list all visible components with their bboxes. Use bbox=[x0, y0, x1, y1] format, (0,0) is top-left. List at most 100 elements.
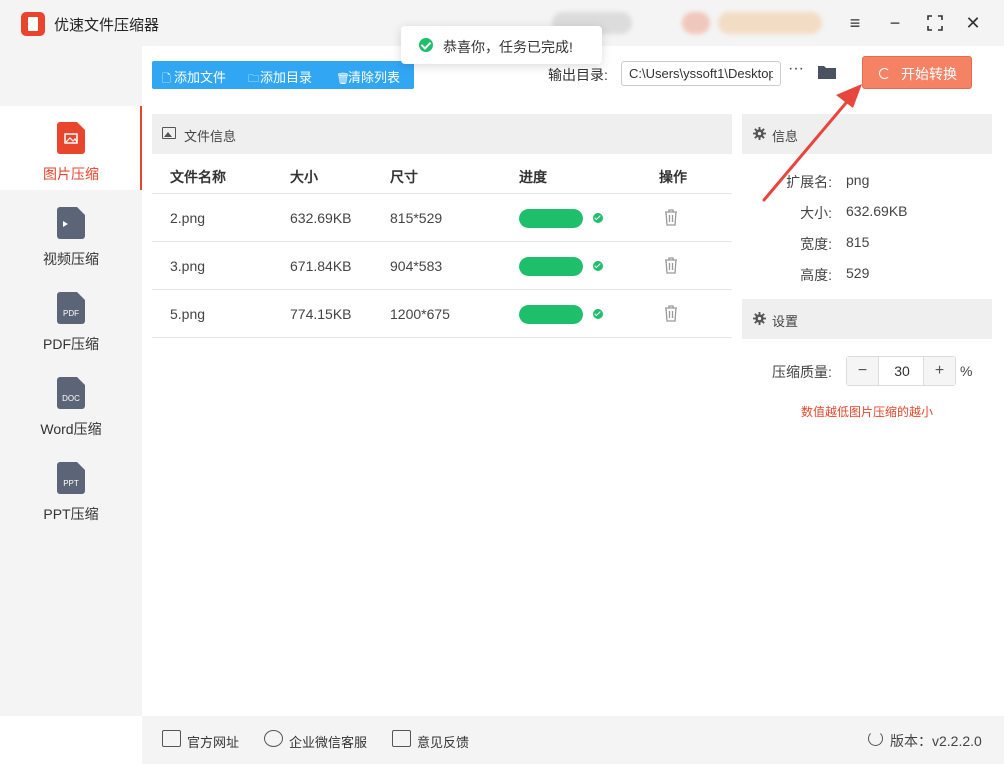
minimize-icon[interactable]: − bbox=[882, 10, 908, 36]
image-file-icon bbox=[57, 122, 85, 154]
table-row[interactable]: 3.png 671.84KB 904*583 bbox=[152, 242, 732, 290]
version-label: 版本：v2.2.2.0 bbox=[890, 733, 982, 749]
ppt-tag: PPT bbox=[63, 479, 79, 488]
output-path-input[interactable] bbox=[621, 61, 781, 86]
done-check-icon bbox=[593, 213, 603, 223]
close-icon[interactable]: ✕ bbox=[960, 10, 986, 36]
file-name: 2.png bbox=[170, 210, 206, 226]
quality-stepper: − + bbox=[846, 356, 956, 386]
redacted-account bbox=[718, 12, 822, 34]
output-directory-label: 输出目录: bbox=[548, 67, 608, 83]
redacted-avatar bbox=[682, 12, 710, 34]
sidebar-item-word[interactable]: DOC Word压缩 bbox=[0, 361, 142, 445]
doc-tag: DOC bbox=[62, 394, 80, 403]
info-key: 高度: bbox=[800, 267, 832, 283]
table-row[interactable]: 5.png 774.15KB 1200*675 bbox=[152, 290, 732, 338]
info-panel: 信息 扩展名: png 大小: 632.69KB 宽度: 815 高度: 529… bbox=[742, 114, 992, 704]
file-dimensions: 815*529 bbox=[390, 210, 443, 226]
loading-spinner-icon bbox=[879, 68, 890, 79]
pdf-file-icon: PDF bbox=[57, 292, 85, 324]
sidebar-item-label: PDF压缩 bbox=[43, 336, 99, 352]
pdf-tag: PDF bbox=[63, 309, 79, 318]
decrement-button[interactable]: − bbox=[847, 357, 879, 385]
file-size: 671.84KB bbox=[290, 258, 352, 274]
info-key: 大小: bbox=[800, 205, 832, 221]
start-convert-label: 开始转换 bbox=[901, 66, 957, 82]
add-directory-label: 添加目录 bbox=[260, 70, 313, 85]
quality-input[interactable] bbox=[880, 357, 924, 385]
clear-list-label: 清除列表 bbox=[348, 70, 401, 85]
file-toolbar: 🗋 添加文件 🗀添加目录 🗑清除列表 bbox=[152, 61, 414, 89]
file-name: 5.png bbox=[170, 306, 206, 322]
delete-icon[interactable] bbox=[663, 207, 679, 227]
sidebar-item-ppt[interactable]: PPT PPT压缩 bbox=[0, 446, 142, 530]
file-panel-title: 文件信息 bbox=[184, 129, 237, 144]
info-value: 815 bbox=[846, 234, 870, 250]
quality-hint: 数值越低图片压缩的越小 bbox=[801, 405, 934, 419]
column-header-name: 文件名称 bbox=[170, 169, 226, 185]
folder-icon[interactable] bbox=[817, 64, 837, 80]
feedback-icon bbox=[392, 730, 411, 747]
info-value: 529 bbox=[846, 265, 870, 281]
column-header-action: 操作 bbox=[659, 169, 687, 185]
website-icon bbox=[162, 730, 181, 747]
success-toast: 恭喜你，任务已完成! bbox=[401, 26, 602, 64]
table-row[interactable]: 2.png 632.69KB 815*529 bbox=[152, 194, 732, 242]
column-header-dimensions: 尺寸 bbox=[390, 169, 418, 185]
feedback-label: 意见反馈 bbox=[417, 735, 470, 750]
settings-header: 设置 bbox=[742, 299, 992, 339]
start-convert-button[interactable]: 开始转换 bbox=[862, 56, 972, 89]
progress-bar bbox=[519, 305, 583, 324]
menu-icon[interactable]: ≡ bbox=[842, 10, 868, 36]
file-list-panel: 文件信息 文件名称 大小 尺寸 进度 操作 2.png 632.69KB 815… bbox=[152, 114, 732, 704]
success-check-icon bbox=[419, 38, 433, 52]
progress-fill bbox=[519, 209, 583, 228]
sidebar-item-label: PPT压缩 bbox=[43, 506, 99, 522]
progress-fill bbox=[519, 257, 583, 276]
add-directory-button[interactable]: 🗀添加目录 bbox=[248, 67, 312, 89]
footer-bar: 官方网址 企业微信客服 意见反馈 版本：v2.2.2.0 bbox=[142, 716, 1004, 764]
add-file-button[interactable]: 🗋 添加文件 bbox=[162, 67, 226, 89]
file-dimensions: 1200*675 bbox=[390, 306, 450, 322]
sidebar-item-pdf[interactable]: PDF PDF压缩 bbox=[0, 276, 142, 360]
wechat-service-label: 企业微信客服 bbox=[289, 735, 368, 750]
trash-small-icon: 🗑 bbox=[336, 73, 350, 85]
sidebar-item-label: 图片压缩 bbox=[43, 166, 99, 182]
increment-button[interactable]: + bbox=[923, 357, 955, 385]
folder-outline-icon: 🗀 bbox=[248, 73, 259, 85]
settings-title: 设置 bbox=[772, 314, 799, 329]
maximize-icon[interactable] bbox=[922, 10, 948, 36]
refresh-icon bbox=[868, 731, 883, 746]
more-icon[interactable]: ··· bbox=[788, 60, 804, 78]
quality-label: 压缩质量: bbox=[772, 364, 832, 380]
info-value: png bbox=[846, 172, 870, 188]
column-header-progress: 进度 bbox=[519, 169, 547, 185]
delete-icon[interactable] bbox=[663, 255, 679, 275]
info-title: 信息 bbox=[772, 129, 799, 144]
toast-message: 恭喜你，任务已完成! bbox=[443, 39, 573, 55]
done-check-icon bbox=[593, 309, 603, 319]
app-title: 优速文件压缩器 bbox=[54, 17, 160, 34]
sidebar: 图片压缩 视频压缩 PDF PDF压缩 DOC Word压缩 PPT PPT压缩 bbox=[0, 46, 142, 716]
progress-bar bbox=[519, 257, 583, 276]
doc-file-icon: DOC bbox=[57, 377, 85, 409]
delete-icon[interactable] bbox=[663, 303, 679, 323]
file-panel-header: 文件信息 bbox=[152, 114, 732, 154]
file-dimensions: 904*583 bbox=[390, 258, 443, 274]
progress-bar bbox=[519, 209, 583, 228]
sidebar-item-video[interactable]: 视频压缩 bbox=[0, 191, 142, 275]
info-key: 宽度: bbox=[800, 236, 832, 252]
ppt-file-icon: PPT bbox=[57, 462, 85, 494]
file-icon: 🗋 bbox=[162, 73, 171, 85]
file-name: 3.png bbox=[170, 258, 206, 274]
progress-fill bbox=[519, 305, 583, 324]
gear-icon bbox=[753, 127, 766, 140]
info-key: 扩展名: bbox=[786, 174, 832, 190]
chat-icon bbox=[264, 730, 283, 747]
clear-list-button[interactable]: 🗑清除列表 bbox=[336, 67, 400, 86]
sidebar-item-image[interactable]: 图片压缩 bbox=[0, 106, 142, 190]
website-label: 官方网址 bbox=[187, 735, 240, 750]
percent-sign: % bbox=[960, 363, 973, 379]
app-logo-icon bbox=[21, 12, 45, 36]
file-size: 632.69KB bbox=[290, 210, 352, 226]
